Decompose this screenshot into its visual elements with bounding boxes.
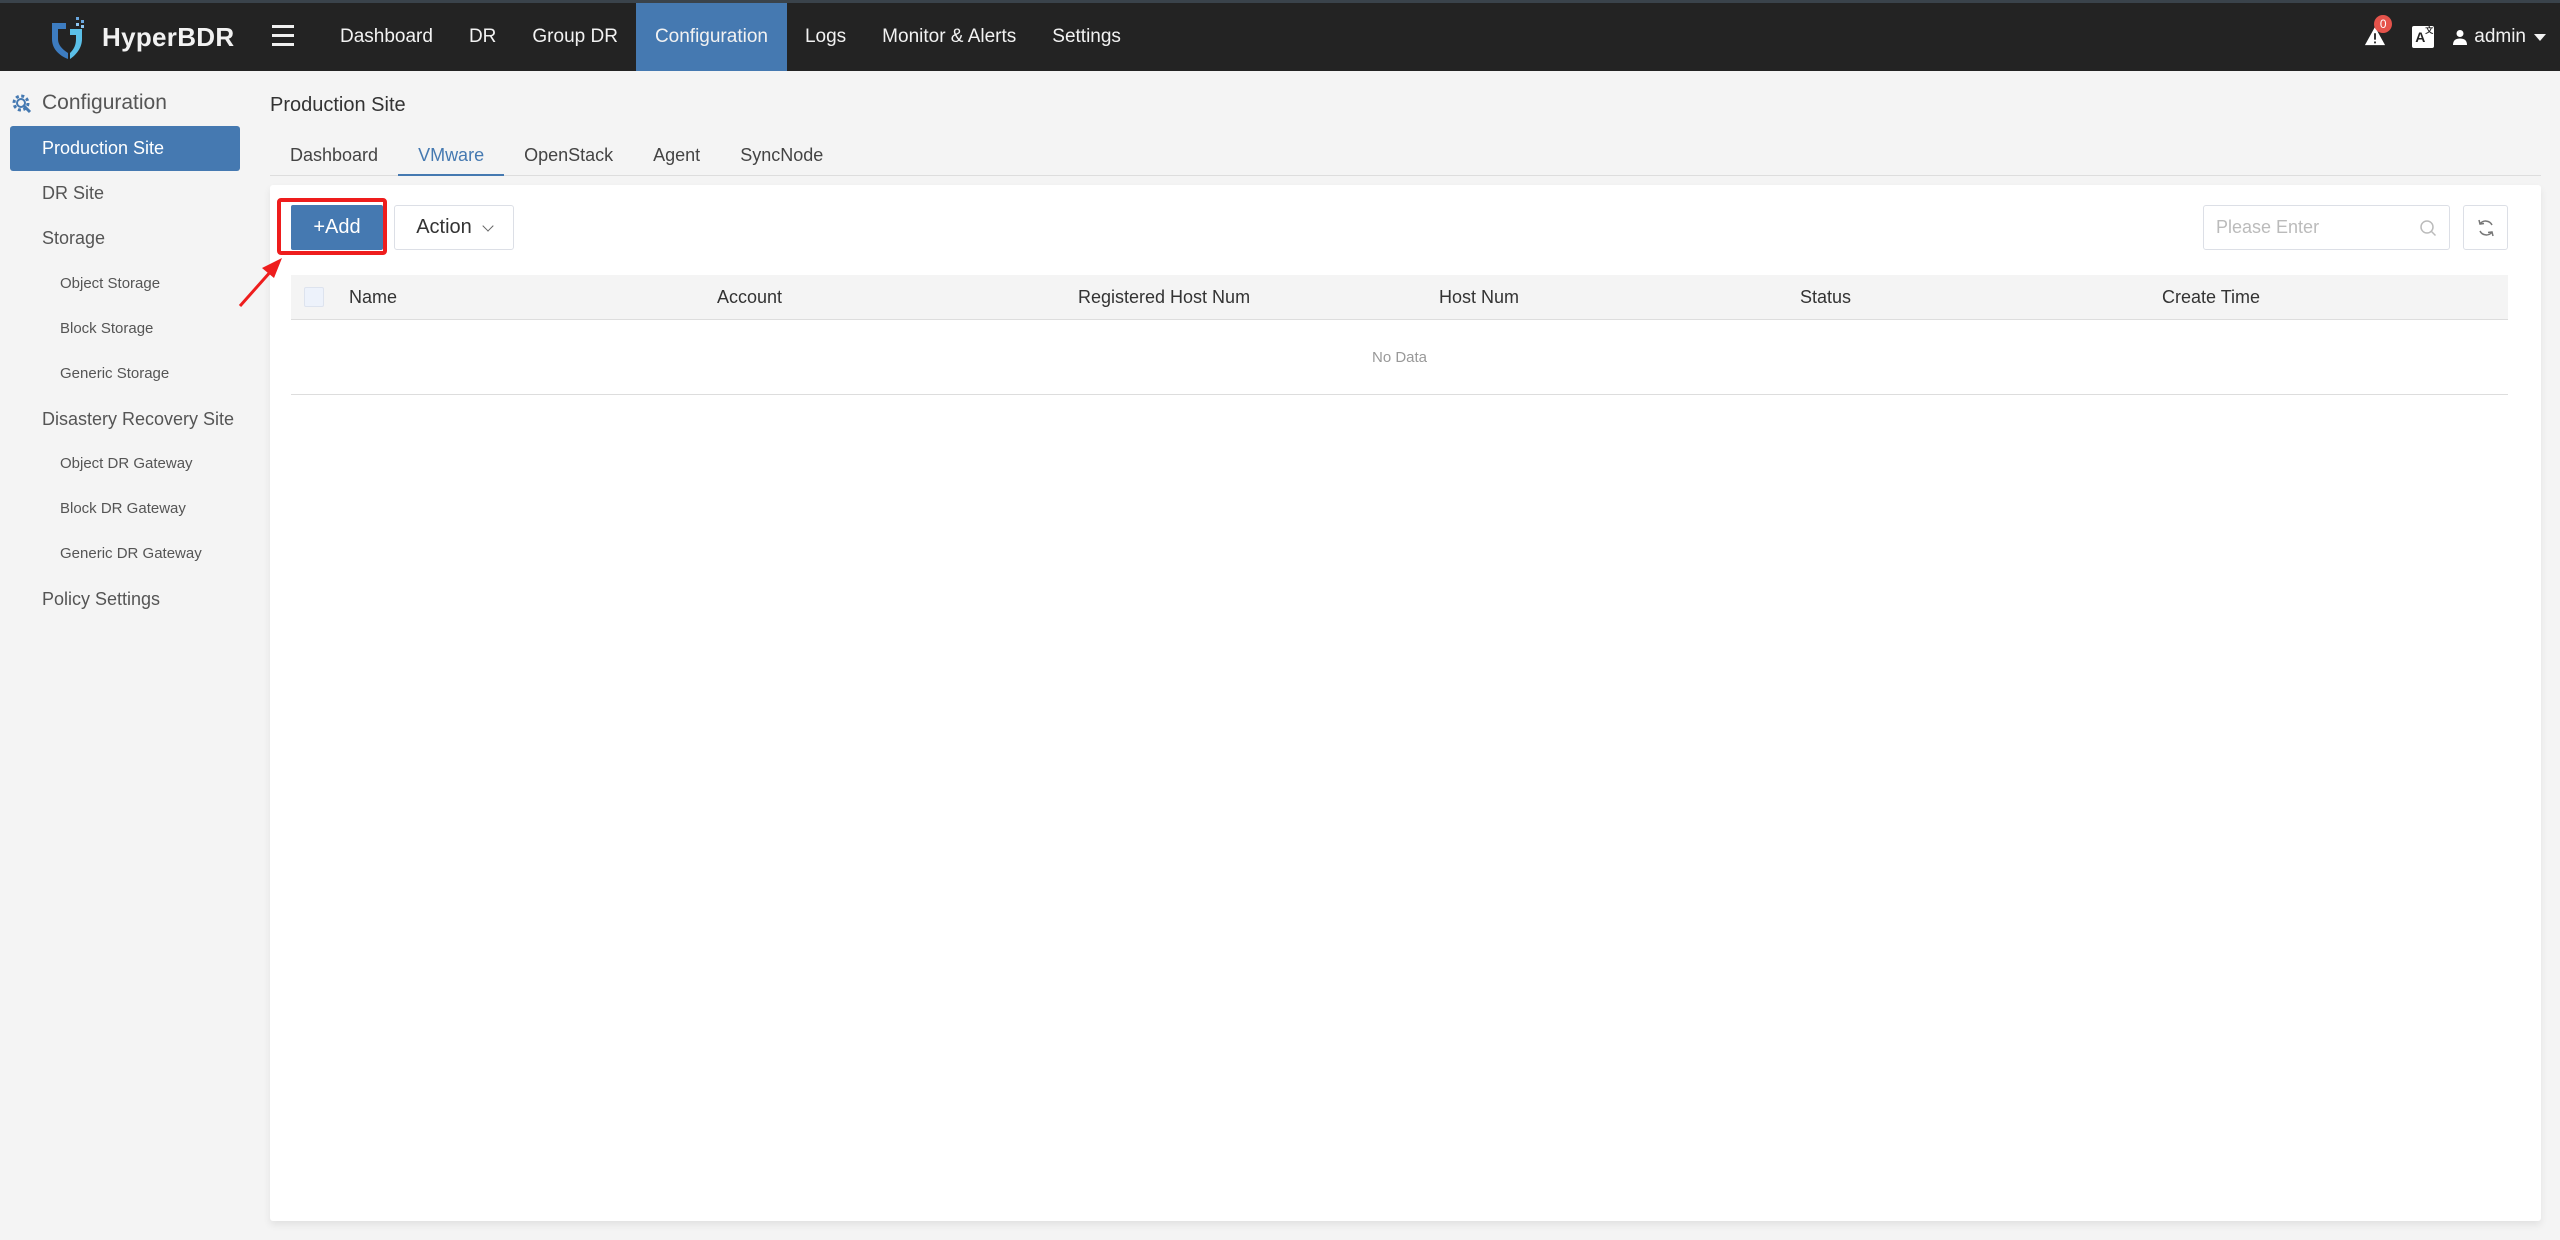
nav-monitor-alerts[interactable]: Monitor & Alerts: [864, 3, 1034, 71]
column-header-create-time[interactable]: Create Time: [2162, 275, 2260, 320]
nav-dashboard[interactable]: Dashboard: [322, 3, 451, 71]
header-actions: 0 A文 admin: [2364, 3, 2546, 71]
sidebar-item-object-dr-gateway[interactable]: Object DR Gateway: [10, 441, 240, 486]
shield-logo-icon: [52, 17, 84, 59]
sidebar-item-production-site[interactable]: Production Site: [10, 126, 240, 171]
tab-agent[interactable]: Agent: [633, 140, 720, 176]
nav-settings[interactable]: Settings: [1034, 3, 1139, 71]
sidebar-item-policy-settings[interactable]: Policy Settings: [10, 577, 240, 622]
search-input[interactable]: [2204, 206, 2404, 249]
nav-configuration[interactable]: Configuration: [635, 3, 787, 71]
column-header-host-num[interactable]: Host Num: [1439, 275, 1519, 320]
alerts-button[interactable]: 0: [2364, 15, 2393, 49]
sidebar-item-object-storage[interactable]: Object Storage: [10, 261, 240, 306]
column-header-account[interactable]: Account: [717, 275, 782, 320]
search-icon[interactable]: [2419, 219, 2437, 237]
column-header-status[interactable]: Status: [1800, 275, 1851, 320]
user-menu[interactable]: admin: [2452, 26, 2546, 48]
tab-dashboard[interactable]: Dashboard: [270, 140, 398, 176]
sidebar-title: Configuration: [10, 91, 167, 115]
username: admin: [2474, 26, 2526, 47]
sidebar-item-generic-storage[interactable]: Generic Storage: [10, 351, 240, 396]
tab-syncnode[interactable]: SyncNode: [720, 140, 843, 176]
tab-bar: Dashboard VMware OpenStack Agent SyncNod…: [270, 140, 2541, 176]
add-button[interactable]: +Add: [291, 205, 383, 250]
nav-logs[interactable]: Logs: [787, 3, 864, 71]
sidebar: Configuration Production Site DR Site St…: [0, 71, 262, 1240]
user-icon: [2453, 30, 2468, 45]
chevron-down-icon: [482, 219, 494, 232]
sidebar-item-block-dr-gateway[interactable]: Block DR Gateway: [10, 486, 240, 531]
column-header-name[interactable]: Name: [349, 275, 397, 320]
refresh-icon: [2478, 219, 2494, 237]
gear-icon: [12, 94, 32, 114]
annotation-arrow-icon: [238, 258, 282, 307]
top-navbar: HyperBDR Dashboard DR Group DR Configura…: [0, 0, 2560, 71]
select-all-checkbox[interactable]: [304, 287, 324, 307]
table-header: Name Account Registered Host Num Host Nu…: [291, 275, 2508, 320]
tab-vmware[interactable]: VMware: [398, 140, 505, 176]
alert-count-badge: 0: [2374, 15, 2393, 33]
empty-table-message: No Data: [291, 320, 2508, 395]
translate-icon[interactable]: A文: [2412, 26, 2435, 48]
search-box[interactable]: [2203, 205, 2450, 250]
tab-openstack[interactable]: OpenStack: [504, 140, 633, 176]
action-dropdown[interactable]: Action: [394, 205, 514, 250]
app-name: HyperBDR: [102, 21, 235, 52]
caret-down-icon: [2534, 33, 2546, 41]
page-title: Production Site: [270, 94, 406, 116]
nav-group-dr[interactable]: Group DR: [514, 3, 636, 71]
sidebar-item-disastery-recovery-site[interactable]: Disastery Recovery Site: [10, 397, 240, 442]
logo[interactable]: HyperBDR: [48, 15, 234, 59]
refresh-button[interactable]: [2463, 205, 2508, 250]
sidebar-item-block-storage[interactable]: Block Storage: [10, 306, 240, 351]
main-nav: Dashboard DR Group DR Configuration Logs…: [322, 3, 1139, 71]
sidebar-item-storage[interactable]: Storage: [10, 216, 240, 261]
sidebar-item-dr-site[interactable]: DR Site: [10, 171, 240, 216]
menu-toggle-icon[interactable]: [272, 25, 294, 47]
sidebar-item-generic-dr-gateway[interactable]: Generic DR Gateway: [10, 531, 240, 576]
nav-dr[interactable]: DR: [451, 3, 514, 71]
column-header-registered-host-num[interactable]: Registered Host Num: [1078, 275, 1250, 320]
